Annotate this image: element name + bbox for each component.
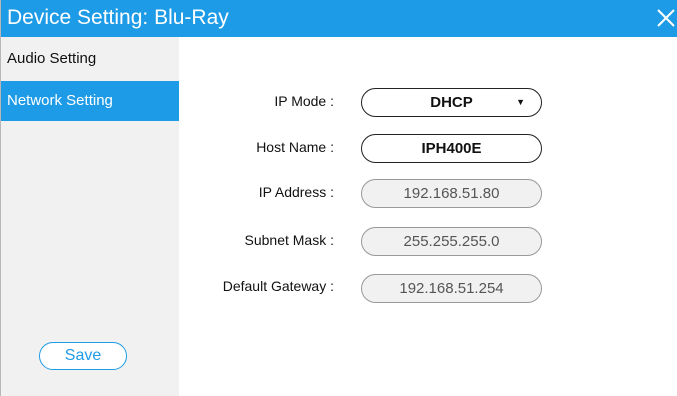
ip-address-label: IP Address : bbox=[258, 184, 334, 200]
default-gateway-field: 192.168.51.254 bbox=[361, 274, 542, 303]
subnet-mask-field: 255.255.255.0 bbox=[361, 227, 542, 256]
sidebar-item-network-setting[interactable]: Network Setting bbox=[1, 81, 179, 121]
settings-sidebar: Audio Setting Network Setting Save bbox=[1, 37, 179, 396]
save-button[interactable]: Save bbox=[39, 342, 127, 370]
subnet-mask-label: Subnet Mask : bbox=[244, 232, 335, 248]
window-title: Device Setting: Blu-Ray bbox=[7, 6, 229, 29]
host-name-label: Host Name : bbox=[256, 139, 334, 155]
host-name-field[interactable]: IPH400E bbox=[361, 134, 542, 163]
default-gateway-label: Default Gateway : bbox=[222, 278, 334, 294]
sidebar-item-audio-setting[interactable]: Audio Setting bbox=[1, 39, 179, 79]
chevron-down-icon: ▼ bbox=[516, 97, 525, 107]
ip-mode-select[interactable]: DHCP ▼ bbox=[361, 88, 542, 117]
ip-mode-value: DHCP bbox=[430, 94, 473, 111]
close-icon[interactable] bbox=[654, 6, 677, 30]
title-bar: Device Setting: Blu-Ray bbox=[1, 0, 677, 37]
device-setting-window: Device Setting: Blu-Ray Audio Setting Ne… bbox=[0, 0, 677, 396]
ip-mode-label: IP Mode : bbox=[274, 93, 334, 109]
ip-address-field: 192.168.51.80 bbox=[361, 179, 542, 208]
